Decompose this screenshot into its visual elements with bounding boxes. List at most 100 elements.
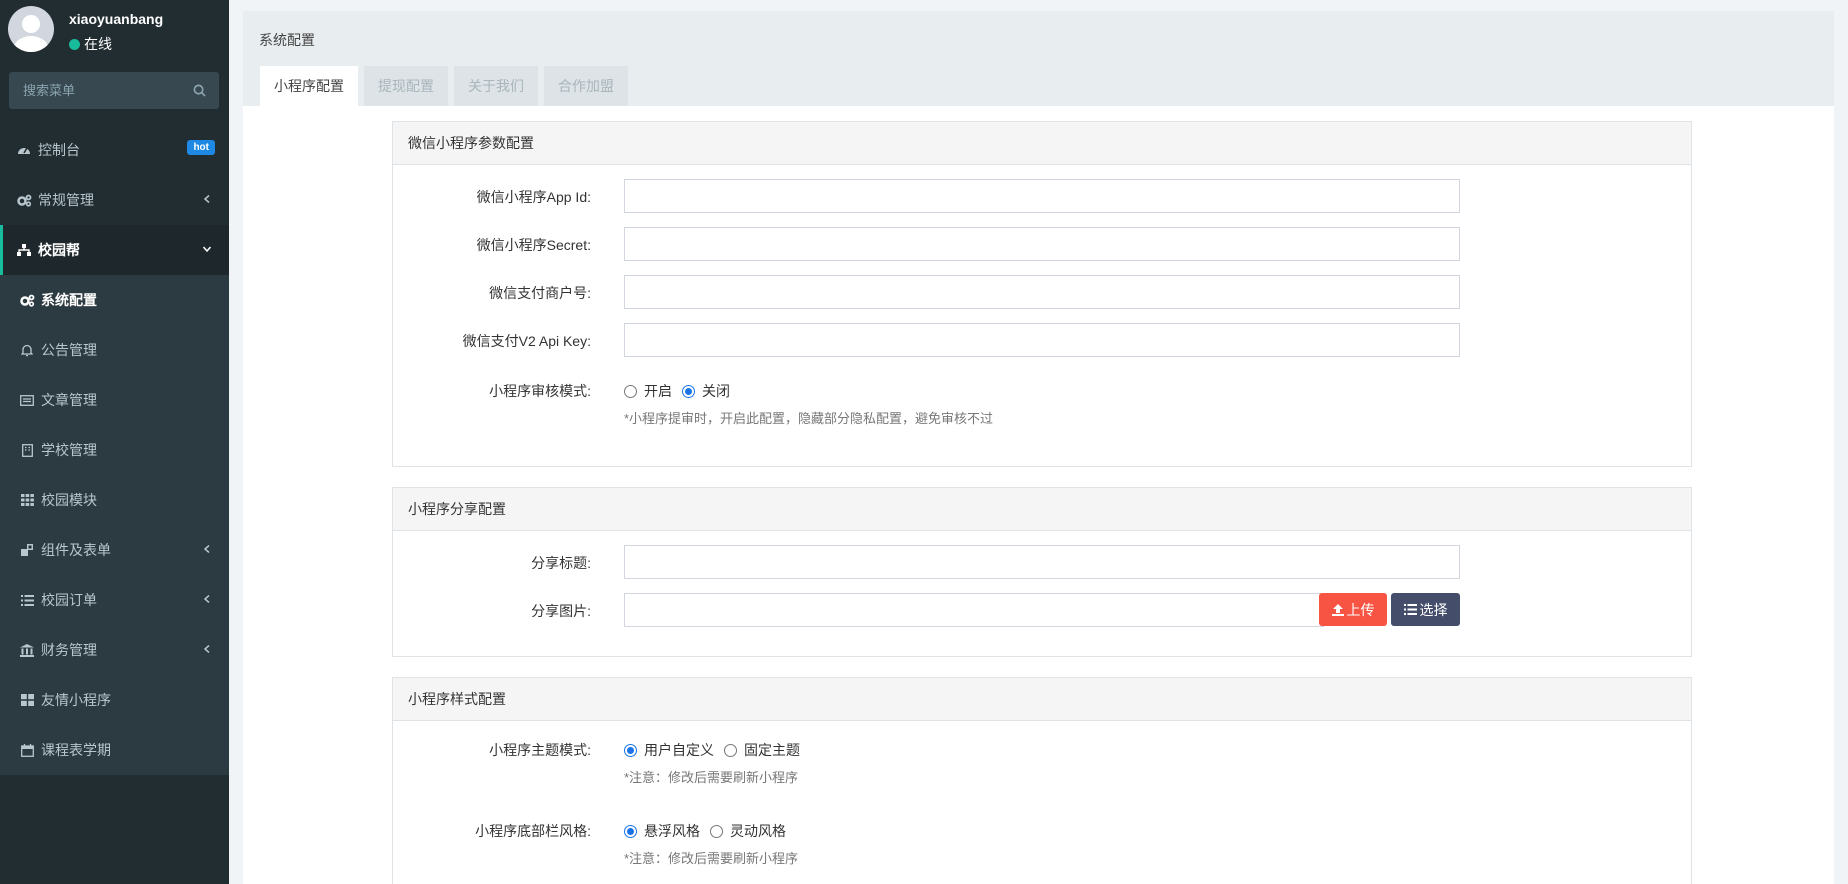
calendar-icon: [19, 743, 35, 757]
section-header: 小程序样式配置: [393, 678, 1691, 721]
sidebar-item-label: 组件及表单: [41, 542, 111, 558]
review-off-radio[interactable]: 关闭: [682, 381, 730, 401]
radio-circle[interactable]: [682, 384, 695, 398]
sidebar-item-modules[interactable]: 校园模块: [0, 475, 229, 525]
theme-mode-label: 小程序主题模式:: [489, 742, 591, 758]
chevron-left-icon: [203, 595, 210, 603]
sidebar-item-label: 校园订单: [41, 592, 97, 608]
secret-input[interactable]: [624, 227, 1460, 261]
secret-label: 微信小程序Secret:: [476, 237, 591, 253]
select-button[interactable]: 选择: [1391, 593, 1460, 626]
sidebar-item-dashboard[interactable]: 控制台 hot: [0, 125, 229, 175]
tabbar-style-radios: 悬浮风格 灵动风格: [624, 821, 796, 841]
radio-label: 用户自定义: [644, 742, 714, 758]
sidebar-item-components[interactable]: 组件及表单: [0, 525, 229, 575]
share-image-label: 分享图片:: [531, 603, 591, 619]
user-panel: xiaoyuanbang 在线: [0, 0, 229, 60]
review-mode-label: 小程序审核模式:: [489, 383, 591, 399]
sidebar-item-label: 文章管理: [41, 392, 97, 408]
sidebar-item-system-config[interactable]: 系统配置: [0, 275, 229, 325]
tabbar-float-radio[interactable]: 悬浮风格: [624, 821, 700, 841]
bank-icon: [19, 643, 35, 657]
sidebar-item-label: 系统配置: [41, 292, 97, 308]
share-title-input[interactable]: [624, 545, 1460, 579]
tabbar-dynamic-radio[interactable]: 灵动风格: [710, 821, 786, 841]
sidebar-item-orders[interactable]: 校园订单: [0, 575, 229, 625]
sidebar-item-label: 财务管理: [41, 642, 97, 658]
list-icon: [19, 593, 35, 607]
upload-button[interactable]: 上传: [1319, 593, 1387, 626]
wechat-params-section: 微信小程序参数配置 微信小程序App Id: 微信小程序Secret: 微信支付…: [392, 121, 1692, 467]
newspaper-icon: [19, 393, 35, 407]
dashboard-icon: [16, 143, 32, 157]
mch-id-input[interactable]: [624, 275, 1460, 309]
building-icon: [19, 443, 35, 457]
avatar[interactable]: [8, 6, 54, 52]
sidebar-item-label: 常规管理: [38, 192, 94, 208]
upload-icon: [1331, 603, 1344, 616]
sidebar-item-general[interactable]: 常规管理: [0, 175, 229, 225]
status-dot-icon: [69, 38, 80, 50]
menu-search-input[interactable]: [9, 72, 219, 109]
theme-custom-radio[interactable]: 用户自定义: [624, 740, 714, 760]
tab-about[interactable]: 关于我们: [454, 66, 538, 106]
sidebar-item-label: 学校管理: [41, 442, 97, 458]
radio-circle[interactable]: [624, 824, 637, 838]
radio-circle[interactable]: [624, 384, 637, 398]
tab-withdraw[interactable]: 提现配置: [364, 66, 448, 106]
cogs-icon: [16, 193, 32, 207]
app-id-label: 微信小程序App Id:: [476, 189, 591, 205]
page-title: 系统配置: [259, 32, 315, 48]
sidebar-item-label: 校园帮: [38, 242, 80, 258]
radio-circle[interactable]: [724, 743, 737, 757]
bell-icon: [19, 343, 35, 357]
select-button-label: 选择: [1419, 601, 1448, 618]
username: xiaoyuanbang: [69, 11, 164, 27]
tabbar-hint: *注意：修改后需要刷新小程序: [624, 851, 799, 866]
app-id-input[interactable]: [624, 179, 1460, 213]
panel-header: 系统配置 小程序配置 提现配置 关于我们 合作加盟: [243, 11, 1834, 106]
sidebar-item-friend-apps[interactable]: 友情小程序: [0, 675, 229, 725]
radio-circle[interactable]: [624, 743, 637, 757]
sidebar-item-label: 友情小程序: [41, 692, 111, 708]
search-icon[interactable]: [193, 84, 206, 97]
tab-miniprogram[interactable]: 小程序配置: [260, 66, 358, 106]
chevron-left-icon: [203, 645, 210, 653]
share-image-input[interactable]: [624, 593, 1324, 627]
list-icon: [1403, 604, 1417, 615]
online-status: 在线: [69, 34, 112, 54]
sitemap-icon: [16, 243, 32, 257]
sidebar-item-articles[interactable]: 文章管理: [0, 375, 229, 425]
sidebar-item-campus[interactable]: 校园帮: [0, 225, 229, 275]
hot-badge: hot: [187, 140, 215, 155]
sidebar-item-announcements[interactable]: 公告管理: [0, 325, 229, 375]
main-content: 系统配置 小程序配置 提现配置 关于我们 合作加盟 微信小程序参数配置 微信小程…: [229, 0, 1848, 884]
campus-submenu: 系统配置 公告管理 文章管理 学校管理 校园模块 组件及表单 校园订单 财务管理…: [0, 275, 229, 775]
sidebar-item-finance[interactable]: 财务管理: [0, 625, 229, 675]
api-key-label: 微信支付V2 Api Key:: [462, 333, 591, 349]
config-panel: 系统配置 小程序配置 提现配置 关于我们 合作加盟 微信小程序参数配置 微信小程…: [243, 11, 1834, 884]
status-text: 在线: [84, 36, 112, 52]
sidebar-menu: 控制台 hot 常规管理 校园帮 系统配置 公告管理 文章管理 学校管理 校园模…: [0, 125, 229, 775]
sidebar-item-label: 校园模块: [41, 492, 97, 508]
section-header: 小程序分享配置: [393, 488, 1691, 531]
grid-icon: [19, 493, 35, 507]
tabbar-style-label: 小程序底部栏风格:: [475, 823, 591, 839]
sidebar: xiaoyuanbang 在线 控制台 hot 常规管理 校园帮 系统配置: [0, 0, 229, 884]
tab-partnership[interactable]: 合作加盟: [544, 66, 628, 106]
radio-label: 关闭: [702, 383, 730, 399]
sidebar-item-schools[interactable]: 学校管理: [0, 425, 229, 475]
chevron-left-icon: [203, 545, 210, 553]
sidebar-item-label: 课程表学期: [41, 742, 111, 758]
review-hint: *小程序提审时，开启此配置，隐藏部分隐私配置，避免审核不过: [624, 411, 994, 426]
radio-circle[interactable]: [710, 824, 723, 838]
theme-fixed-radio[interactable]: 固定主题: [724, 740, 800, 760]
puzzle-icon: [19, 543, 35, 557]
review-on-radio[interactable]: 开启: [624, 381, 672, 401]
config-tabs: 小程序配置 提现配置 关于我们 合作加盟: [260, 66, 634, 106]
th-large-icon: [19, 693, 35, 707]
api-key-input[interactable]: [624, 323, 1460, 357]
sidebar-item-timetable[interactable]: 课程表学期: [0, 725, 229, 775]
share-title-label: 分享标题:: [531, 555, 591, 571]
theme-mode-radios: 用户自定义 固定主题: [624, 740, 810, 760]
